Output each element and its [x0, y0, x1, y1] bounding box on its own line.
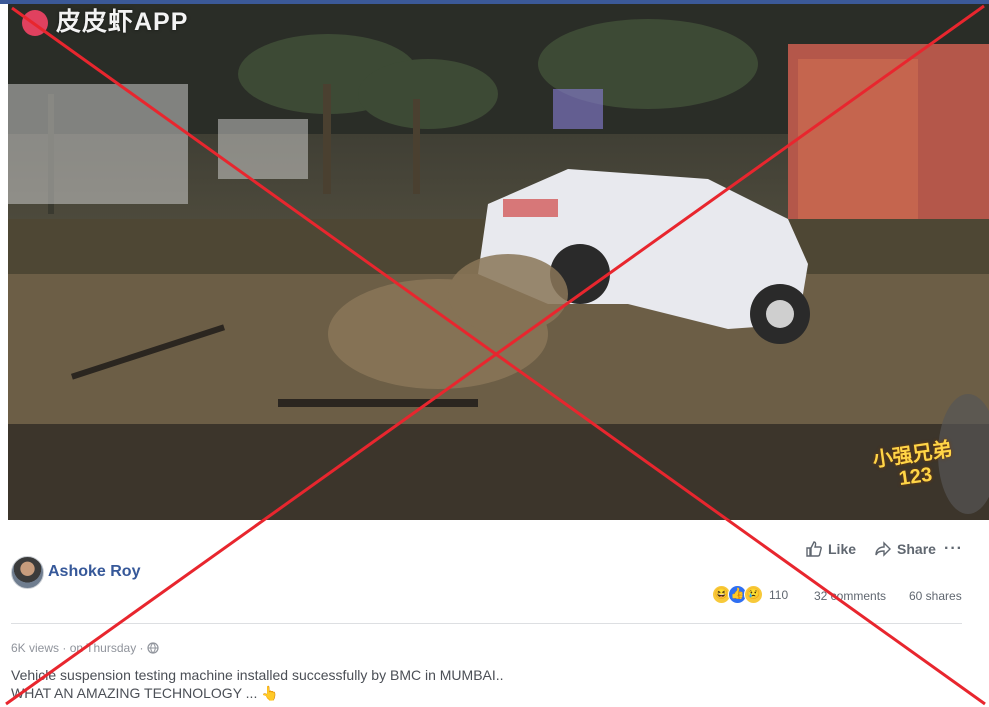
share-arrow-icon	[875, 541, 892, 557]
meta-separator: ·	[59, 641, 70, 655]
more-options-button[interactable]: ···	[944, 540, 963, 558]
divider	[11, 623, 962, 624]
reactions-summary[interactable]: 😆 👍 😢 110	[712, 585, 788, 604]
background-building	[218, 119, 308, 179]
shares-link[interactable]: 60 shares	[909, 589, 962, 603]
view-count: 6K views	[11, 641, 60, 655]
background-bus	[8, 84, 188, 204]
thumbs-up-icon	[806, 541, 822, 557]
comments-link[interactable]: 32 comments	[814, 589, 886, 603]
reaction-count: 110	[769, 587, 789, 602]
author-avatar[interactable]	[11, 556, 44, 589]
road-foreground	[8, 424, 989, 520]
video-frame	[8, 4, 989, 520]
like-button[interactable]: Like	[805, 540, 856, 558]
meta-separator-2: ·	[136, 641, 147, 655]
app-watermark: 皮皮虾APP	[22, 4, 188, 38]
post-time[interactable]: on Thursday	[70, 641, 137, 655]
app-logo-icon	[22, 10, 48, 37]
author-name[interactable]: Ashoke Roy	[48, 563, 140, 581]
share-label: Share	[897, 541, 936, 557]
post-actions: Like Share	[805, 540, 954, 558]
caption-line1: Vehicle suspension testing machine insta…	[11, 667, 504, 683]
post-caption: Vehicle suspension testing machine insta…	[11, 666, 504, 702]
caption-line2: WHAT AN AMAZING TECHNOLOGY ... 👆	[11, 685, 279, 701]
watermark-text: 皮皮虾APP	[56, 8, 189, 36]
like-label: Like	[828, 541, 857, 557]
share-button[interactable]: Share	[874, 540, 936, 558]
background-sign	[553, 89, 603, 129]
sad-icon: 😢	[744, 585, 763, 604]
globe-icon[interactable]	[147, 642, 159, 654]
post-meta: 6K views · on Thursday ·	[11, 641, 159, 655]
video-player[interactable]: 皮皮虾APP 小强兄弟 123	[8, 4, 989, 520]
